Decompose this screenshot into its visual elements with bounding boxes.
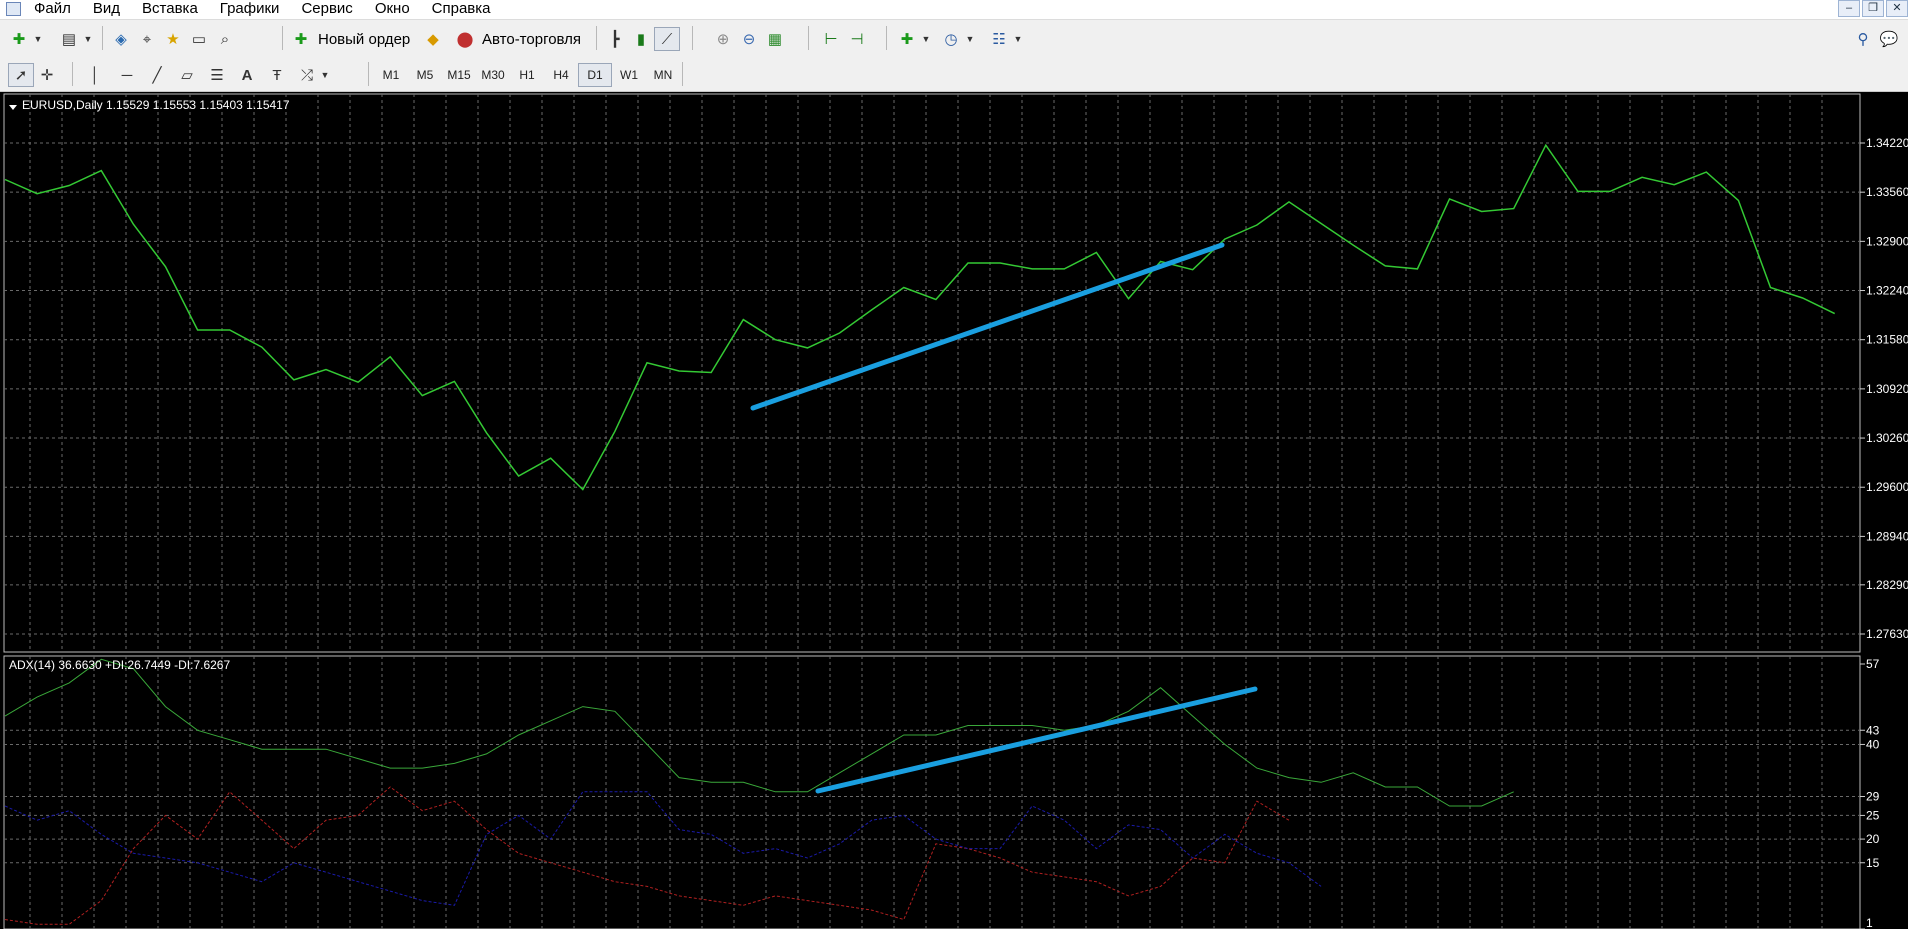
- terminal-icon[interactable]: ▭: [186, 27, 212, 51]
- menu-window[interactable]: Окно: [375, 0, 420, 17]
- price-tick-label: 1.32240: [1866, 284, 1908, 298]
- price-axis: 1.34220 1.33560 1.32900 1.32240 1.31580 1.309…: [1860, 136, 1908, 641]
- price-tick-label: 1.28290: [1866, 578, 1908, 592]
- timeframe-m30[interactable]: M30: [476, 63, 510, 87]
- menu-bar: Файл Вид Вставка Графики Сервис Окно Спр…: [0, 0, 1908, 20]
- bar-chart-icon[interactable]: ┣: [602, 27, 628, 51]
- timeframe-w1[interactable]: W1: [612, 63, 646, 87]
- menu-charts[interactable]: Графики: [220, 0, 290, 17]
- candlestick-icon[interactable]: ▮: [628, 27, 654, 51]
- dropdown-arrow-icon[interactable]: ▼: [320, 63, 330, 87]
- zoom-in-icon[interactable]: ⊕: [710, 27, 736, 51]
- restore-button[interactable]: ❐: [1862, 0, 1884, 17]
- dropdown-arrow-icon[interactable]: ▼: [32, 27, 44, 51]
- price-tick-label: 1.27630: [1866, 627, 1908, 641]
- price-tick-label: 1.33560: [1866, 185, 1908, 199]
- new-order-button[interactable]: Новый ордер: [318, 31, 410, 48]
- text-icon[interactable]: A: [234, 63, 260, 87]
- market-watch-icon[interactable]: ◈: [108, 27, 134, 51]
- timeframe-h4[interactable]: H4: [544, 63, 578, 87]
- adx-pane-border: [3, 655, 1861, 929]
- channel-icon[interactable]: ▱: [174, 63, 200, 87]
- price-tick-label: 1.30920: [1866, 382, 1908, 396]
- chart-shift-icon[interactable]: ⊢: [818, 27, 844, 51]
- adx-tick-label: 29: [1866, 790, 1880, 804]
- timeframe-h1[interactable]: H1: [510, 63, 544, 87]
- price-tick-label: 1.29600: [1866, 480, 1908, 494]
- timeframe-d1[interactable]: D1: [578, 63, 612, 87]
- menu-view[interactable]: Вид: [93, 0, 130, 17]
- adx-tick-label: 40: [1866, 737, 1880, 751]
- chart-canvas[interactable]: 1.34220 1.33560 1.32900 1.32240 1.31580 1.309…: [0, 92, 1908, 929]
- drawing-toolbar: ➚ ✛ │ ─ ╱ ▱ ☰ A Ŧ ⤮ ▼ M1 M5 M15 M30 H1 H…: [0, 56, 1908, 92]
- line-chart-icon[interactable]: ⟋: [654, 27, 680, 51]
- menu-help[interactable]: Справка: [432, 0, 501, 17]
- menu-tools[interactable]: Сервис: [301, 0, 362, 17]
- horizontal-line-icon[interactable]: ─: [114, 63, 140, 87]
- price-tick-label: 1.31580: [1866, 333, 1908, 347]
- dropdown-arrow-icon[interactable]: ▼: [964, 27, 976, 51]
- app-icon[interactable]: [6, 2, 21, 16]
- timeframe-mn[interactable]: MN: [646, 63, 680, 87]
- chart-window: 1.34220 1.33560 1.32900 1.32240 1.31580 1.309…: [0, 92, 1908, 929]
- menu-insert[interactable]: Вставка: [142, 0, 208, 17]
- price-tick-label: 1.30260: [1866, 431, 1908, 445]
- fibonacci-icon[interactable]: ☰: [204, 63, 230, 87]
- timeframe-m1[interactable]: M1: [374, 63, 408, 87]
- trendline-icon[interactable]: ╱: [144, 63, 170, 87]
- metaeditor-icon[interactable]: ◆: [420, 27, 446, 51]
- arrows-icon[interactable]: ⤮: [294, 63, 320, 87]
- text-label-icon[interactable]: Ŧ: [264, 63, 290, 87]
- vertical-line-icon[interactable]: │: [82, 63, 108, 87]
- adx-tick-label: 43: [1866, 723, 1880, 737]
- zoom-out-icon[interactable]: ⊖: [736, 27, 762, 51]
- dropdown-arrow-icon[interactable]: ▼: [1012, 27, 1024, 51]
- strategy-tester-icon[interactable]: ⌕: [212, 27, 238, 51]
- navigator-icon[interactable]: ⌖: [134, 27, 160, 51]
- price-tick-label: 1.28940: [1866, 529, 1908, 543]
- timeframe-m5[interactable]: M5: [408, 63, 442, 87]
- close-button[interactable]: ✕: [1886, 0, 1908, 17]
- minimize-button[interactable]: ‒: [1838, 0, 1860, 17]
- adx-tick-label: 20: [1866, 832, 1880, 846]
- periods-icon[interactable]: ◷: [938, 27, 964, 51]
- timeframe-m15[interactable]: M15: [442, 63, 476, 87]
- indicators-icon[interactable]: ✚: [894, 27, 920, 51]
- crosshair-icon[interactable]: ✛: [34, 63, 60, 87]
- adx-tick-label: 15: [1866, 856, 1880, 870]
- adx-axis: 57 4340 29 25 20 15 1: [1860, 657, 1880, 929]
- menu-file[interactable]: Файл: [34, 0, 81, 17]
- profiles-icon[interactable]: ▤: [56, 27, 82, 51]
- chat-icon[interactable]: 💬: [1876, 27, 1902, 51]
- tile-windows-icon[interactable]: ▦: [762, 27, 788, 51]
- new-order-icon[interactable]: ✚: [288, 27, 314, 51]
- standard-toolbar: ✚ ▼ ▤ ▼ ◈ ⌖ ★ ▭ ⌕ ✚ Новый ордер ◆ ⬤ Авто…: [0, 20, 1908, 56]
- adx-tick-label: 1: [1866, 916, 1873, 929]
- auto-scroll-icon[interactable]: ⊣: [844, 27, 870, 51]
- price-tick-label: 1.32900: [1866, 234, 1908, 248]
- price-chart-label: EURUSD,Daily 1.15529 1.15553 1.15403 1.1…: [22, 98, 290, 112]
- price-tick-label: 1.34220: [1866, 136, 1908, 150]
- auto-trading-icon[interactable]: ⬤: [452, 27, 478, 51]
- adx-chart-label: ADX(14) 36.6630 +DI:26.7449 -DI:7.6267: [9, 658, 230, 672]
- adx-tick-label: 25: [1866, 808, 1880, 822]
- price-pane: 1.34220 1.33560 1.32900 1.32240 1.31580 1.309…: [3, 93, 1908, 653]
- dropdown-arrow-icon[interactable]: ▼: [82, 27, 94, 51]
- dropdown-arrow-icon[interactable]: ▼: [920, 27, 932, 51]
- favorites-icon[interactable]: ★: [160, 27, 186, 51]
- search-icon[interactable]: ⚲: [1850, 27, 1876, 51]
- price-pane-border: [3, 93, 1861, 653]
- adx-pane: 57 4340 29 25 20 15 1 ADX(14) 36.6630 +DI:26.7…: [3, 655, 1880, 929]
- auto-trading-button[interactable]: Авто-торговля: [482, 31, 581, 48]
- adx-tick-label: 57: [1866, 657, 1880, 671]
- cursor-icon[interactable]: ➚: [8, 63, 34, 87]
- templates-icon[interactable]: ☷: [986, 27, 1012, 51]
- new-chart-icon[interactable]: ✚: [6, 27, 32, 51]
